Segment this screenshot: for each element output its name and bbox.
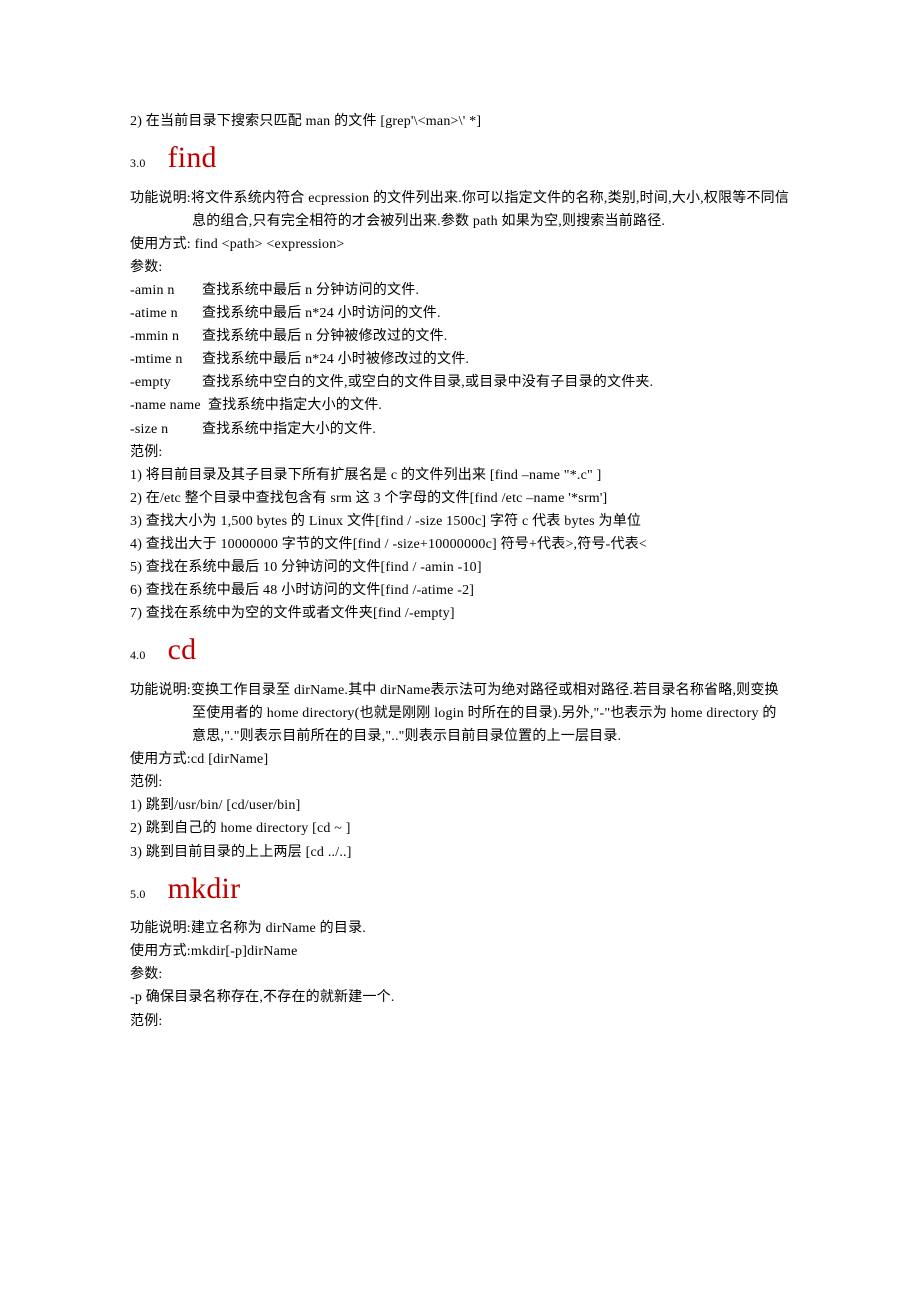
param-name: -mtime n xyxy=(130,348,202,371)
param-desc: 查找系统中最后 n*24 小时访问的文件. xyxy=(202,302,441,325)
mkdir-param: -p 确保目录名称存在,不存在的就新建一个. xyxy=(130,986,790,1009)
param-desc: 查找系统中最后 n 分钟访问的文件. xyxy=(202,279,419,302)
param-row: -atime n 查找系统中最后 n*24 小时访问的文件. xyxy=(130,302,790,325)
cd-examples-heading: 范例: xyxy=(130,771,790,794)
example-line: 6) 查找在系统中最后 48 小时访问的文件[find /-atime -2] xyxy=(130,579,790,602)
mkdir-usage: 使用方式:mkdir[-p]dirName xyxy=(130,940,790,963)
document-page: 2) 在当前目录下搜索只匹配 man 的文件 [grep'\<man>\' *]… xyxy=(0,0,920,1302)
mkdir-param-heading: 参数: xyxy=(130,963,790,986)
heading-title: cd xyxy=(168,625,197,675)
param-name: -amin n xyxy=(130,279,202,302)
param-row: -mmin n 查找系统中最后 n 分钟被修改过的文件. xyxy=(130,325,790,348)
example-line: 4) 查找出大于 10000000 字节的文件[find / -size+100… xyxy=(130,533,790,556)
find-description: 功能说明:将文件系统内符合 ecpression 的文件列出来.你可以指定文件的… xyxy=(130,187,790,233)
intro-example-line: 2) 在当前目录下搜索只匹配 man 的文件 [grep'\<man>\' *] xyxy=(130,110,790,133)
heading-number: 4.0 xyxy=(130,646,146,666)
section-find: 3.0 find 功能说明:将文件系统内符合 ecpression 的文件列出来… xyxy=(130,133,790,625)
example-line: 5) 查找在系统中最后 10 分钟访问的文件[find / -amin -10] xyxy=(130,556,790,579)
section-cd: 4.0 cd 功能说明:变换工作目录至 dirName.其中 dirName表示… xyxy=(130,625,790,863)
cd-description: 功能说明:变换工作目录至 dirName.其中 dirName表示法可为绝对路径… xyxy=(130,679,790,748)
find-param-heading: 参数: xyxy=(130,256,790,279)
param-row: -size n 查找系统中指定大小的文件. xyxy=(130,418,790,441)
find-usage: 使用方式: find <path> <expression> xyxy=(130,233,790,256)
example-line: 7) 查找在系统中为空的文件或者文件夹[find /-empty] xyxy=(130,602,790,625)
cd-usage: 使用方式:cd [dirName] xyxy=(130,748,790,771)
section-mkdir: 5.0 mkdir 功能说明:建立名称为 dirName 的目录. 使用方式:m… xyxy=(130,864,790,1033)
example-line: 3) 跳到目前目录的上上两层 [cd ../..] xyxy=(130,841,790,864)
example-line: 1) 将目前目录及其子目录下所有扩展名是 c 的文件列出来 [find –nam… xyxy=(130,464,790,487)
example-line: 1) 跳到/usr/bin/ [cd/user/bin] xyxy=(130,794,790,817)
param-name: -size n xyxy=(130,418,202,441)
heading-title: find xyxy=(168,133,217,183)
param-desc: 查找系统中最后 n 分钟被修改过的文件. xyxy=(202,325,448,348)
param-name: -empty xyxy=(130,371,202,394)
heading-number: 3.0 xyxy=(130,154,146,174)
mkdir-description: 功能说明:建立名称为 dirName 的目录. xyxy=(130,917,790,940)
heading-number: 5.0 xyxy=(130,885,146,905)
example-line: 2) 在/etc 整个目录中查找包含有 srm 这 3 个字母的文件[find … xyxy=(130,487,790,510)
param-desc: 查找系统中指定大小的文件. xyxy=(202,418,376,441)
heading-mkdir: 5.0 mkdir xyxy=(130,864,790,914)
param-row: -empty 查找系统中空白的文件,或空白的文件目录,或目录中没有子目录的文件夹… xyxy=(130,371,790,394)
param-row: -mtime n 查找系统中最后 n*24 小时被修改过的文件. xyxy=(130,348,790,371)
param-name: -mmin n xyxy=(130,325,202,348)
param-name: -atime n xyxy=(130,302,202,325)
heading-find: 3.0 find xyxy=(130,133,790,183)
param-row: -amin n 查找系统中最后 n 分钟访问的文件. xyxy=(130,279,790,302)
param-desc: 查找系统中最后 n*24 小时被修改过的文件. xyxy=(202,348,469,371)
heading-title: mkdir xyxy=(168,864,241,914)
example-line: 2) 跳到自己的 home directory [cd ~ ] xyxy=(130,817,790,840)
param-desc: 查找系统中指定大小的文件. xyxy=(208,394,382,417)
param-row: -name name 查找系统中指定大小的文件. xyxy=(130,394,790,417)
example-line: 3) 查找大小为 1,500 bytes 的 Linux 文件[find / -… xyxy=(130,510,790,533)
mkdir-examples-heading: 范例: xyxy=(130,1010,790,1033)
param-desc: 查找系统中空白的文件,或空白的文件目录,或目录中没有子目录的文件夹. xyxy=(202,371,653,394)
param-name: -name name xyxy=(130,394,208,417)
heading-cd: 4.0 cd xyxy=(130,625,790,675)
find-examples-heading: 范例: xyxy=(130,441,790,464)
